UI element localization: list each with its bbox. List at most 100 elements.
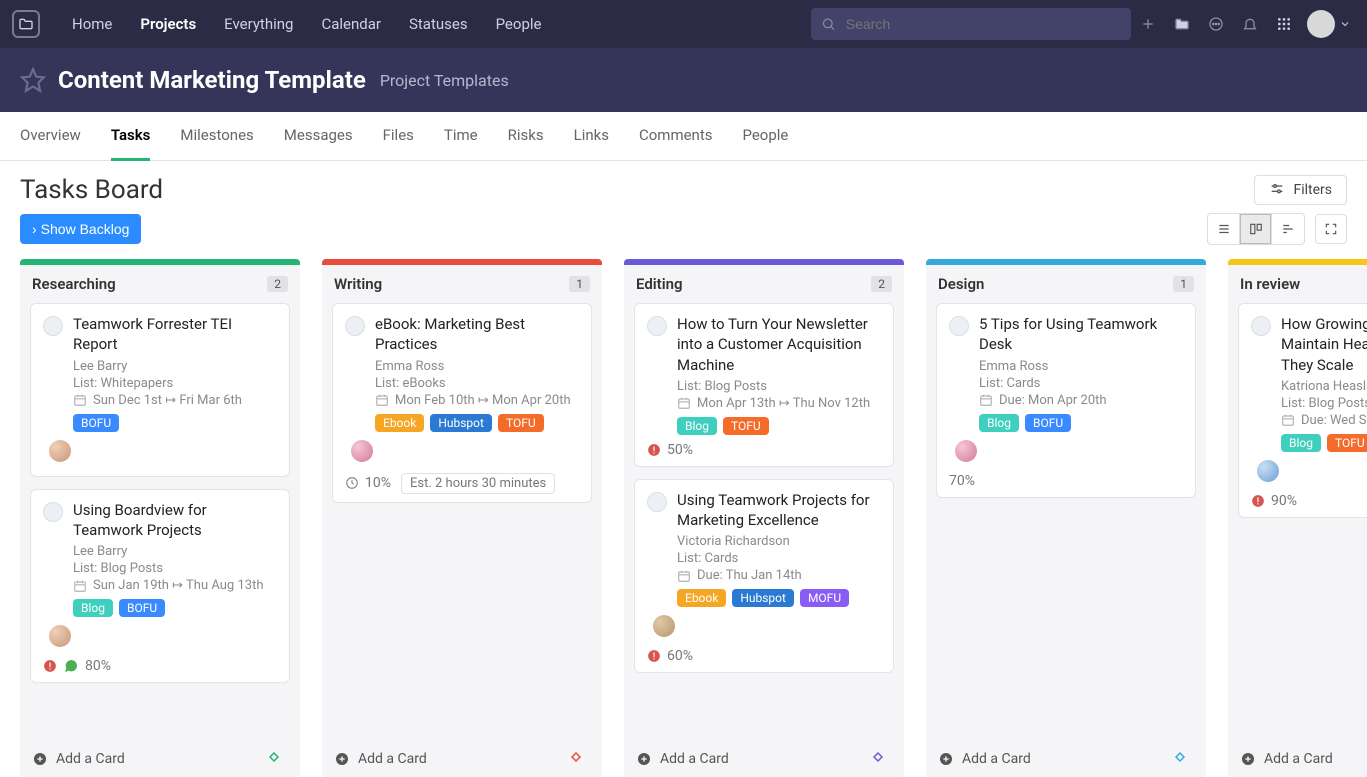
column-title: Design <box>938 275 984 293</box>
page-title: Tasks Board <box>20 175 163 205</box>
assignee-avatar[interactable] <box>1257 460 1279 482</box>
column-title: Researching <box>32 275 116 293</box>
assignee-avatar[interactable] <box>49 625 71 647</box>
complete-checkbox[interactable] <box>647 316 667 336</box>
complete-checkbox[interactable] <box>43 316 63 336</box>
tab-overview[interactable]: Overview <box>20 112 81 160</box>
search-icon <box>821 16 836 32</box>
progress-label: 70% <box>949 473 975 489</box>
chat-button[interactable] <box>1199 0 1233 48</box>
card-owner: Lee Barry <box>73 544 277 559</box>
tag-blog[interactable]: Blog <box>677 417 717 435</box>
tab-people[interactable]: People <box>742 112 788 160</box>
show-backlog-button[interactable]: › Show Backlog <box>20 214 141 244</box>
card-footer: 50% <box>634 434 894 467</box>
task-card[interactable]: 5 Tips for Using Teamwork DeskEmma RossL… <box>936 303 1196 477</box>
tag-blog[interactable]: Blog <box>73 599 113 617</box>
column-menu-icon[interactable] <box>872 751 892 767</box>
complete-checkbox[interactable] <box>345 316 365 336</box>
tag-hubspot[interactable]: Hubspot <box>430 414 492 432</box>
tab-messages[interactable]: Messages <box>284 112 353 160</box>
tag-tofu[interactable]: TOFU <box>723 417 769 435</box>
card-title: Teamwork Forrester TEI Report <box>73 314 277 355</box>
task-card[interactable]: How to Turn Your Newsletter into a Custo… <box>634 303 894 446</box>
project-header: Content Marketing Template Project Templ… <box>0 48 1367 112</box>
view-gantt-button[interactable] <box>1272 214 1304 244</box>
complete-checkbox[interactable] <box>949 316 969 336</box>
view-board-button[interactable] <box>1240 214 1272 244</box>
view-list-button[interactable] <box>1208 214 1240 244</box>
nav-everything[interactable]: Everything <box>210 0 307 48</box>
task-card[interactable]: Using Teamwork Projects for Marketing Ex… <box>634 479 894 653</box>
task-card[interactable]: How Growing Agencies Maintain Healthy Ma… <box>1238 303 1367 497</box>
alert-icon <box>647 443 661 457</box>
nav-people[interactable]: People <box>482 0 556 48</box>
card-owner: Katriona Heaslip <box>1281 379 1367 394</box>
tab-risks[interactable]: Risks <box>508 112 544 160</box>
nav-calendar[interactable]: Calendar <box>307 0 395 48</box>
notifications-button[interactable] <box>1233 0 1267 48</box>
folder-button[interactable] <box>1165 0 1199 48</box>
assignee-avatar[interactable] <box>955 440 977 462</box>
tag-tofu[interactable]: TOFU <box>498 414 544 432</box>
tag-blog[interactable]: Blog <box>1281 434 1321 452</box>
search-input[interactable] <box>844 15 1121 33</box>
tag-tofu[interactable]: TOFU <box>1327 434 1367 452</box>
column-menu-icon[interactable] <box>268 751 288 767</box>
task-card[interactable]: Using Boardview for Teamwork ProjectsLee… <box>30 489 290 663</box>
app-logo[interactable] <box>12 10 40 38</box>
fullscreen-button[interactable] <box>1315 214 1347 244</box>
tab-tasks[interactable]: Tasks <box>111 112 151 161</box>
task-card[interactable]: eBook: Marketing Best PracticesEmma Ross… <box>332 303 592 477</box>
tag-hubspot[interactable]: Hubspot <box>732 589 794 607</box>
tab-files[interactable]: Files <box>383 112 414 160</box>
comment-icon[interactable] <box>63 658 79 674</box>
column-count: 1 <box>569 276 590 292</box>
search-box[interactable] <box>811 8 1131 40</box>
top-nav: HomeProjectsEverythingCalendarStatusesPe… <box>0 0 1367 48</box>
assignee-avatar[interactable] <box>351 440 373 462</box>
tag-ebook[interactable]: Ebook <box>677 589 726 607</box>
column-count: 2 <box>267 276 288 292</box>
tag-bofu[interactable]: BOFU <box>1025 414 1071 432</box>
tag-ebook[interactable]: Ebook <box>375 414 424 432</box>
user-avatar[interactable] <box>1307 10 1335 38</box>
view-switcher <box>1207 213 1305 245</box>
card-footer: 70% <box>936 465 1196 498</box>
add-button[interactable] <box>1131 0 1165 48</box>
alert-icon <box>43 659 57 673</box>
tag-mofu[interactable]: MOFU <box>800 589 849 607</box>
card-footer: 10%Est. 2 hours 30 minutes <box>332 465 592 503</box>
column-menu-icon[interactable] <box>1174 751 1194 767</box>
complete-checkbox[interactable] <box>1251 316 1271 336</box>
filters-button[interactable]: Filters <box>1254 175 1347 205</box>
tag-bofu[interactable]: BOFU <box>119 599 165 617</box>
column-count: 1 <box>1173 276 1194 292</box>
tab-time[interactable]: Time <box>444 112 478 160</box>
column-writing: Writing1eBook: Marketing Best PracticesE… <box>322 259 602 777</box>
complete-checkbox[interactable] <box>43 502 63 522</box>
chevron-down-icon[interactable] <box>1339 18 1351 30</box>
complete-checkbox[interactable] <box>647 492 667 512</box>
card-list: List: Blog Posts <box>1281 396 1367 411</box>
sliders-icon <box>1269 182 1285 198</box>
tag-bofu[interactable]: BOFU <box>73 414 119 432</box>
task-card[interactable]: Teamwork Forrester TEI ReportLee BarryLi… <box>30 303 290 477</box>
card-date: Due: Thu Jan 14th <box>677 568 881 583</box>
apps-button[interactable] <box>1267 0 1301 48</box>
chevron-right-icon: › <box>32 221 37 237</box>
nav-home[interactable]: Home <box>58 0 126 48</box>
star-icon[interactable] <box>20 67 46 93</box>
nav-projects[interactable]: Projects <box>126 0 210 48</box>
column-menu-icon[interactable] <box>570 751 590 767</box>
assignee-avatar[interactable] <box>49 440 71 462</box>
nav-statuses[interactable]: Statuses <box>395 0 482 48</box>
assignee-avatar[interactable] <box>653 615 675 637</box>
card-list: List: Whitepapers <box>73 376 277 391</box>
tag-blog[interactable]: Blog <box>979 414 1019 432</box>
card-title: eBook: Marketing Best Practices <box>375 314 579 355</box>
tab-comments[interactable]: Comments <box>639 112 713 160</box>
tab-links[interactable]: Links <box>574 112 609 160</box>
tab-milestones[interactable]: Milestones <box>180 112 253 160</box>
column-title: In review <box>1240 275 1300 293</box>
